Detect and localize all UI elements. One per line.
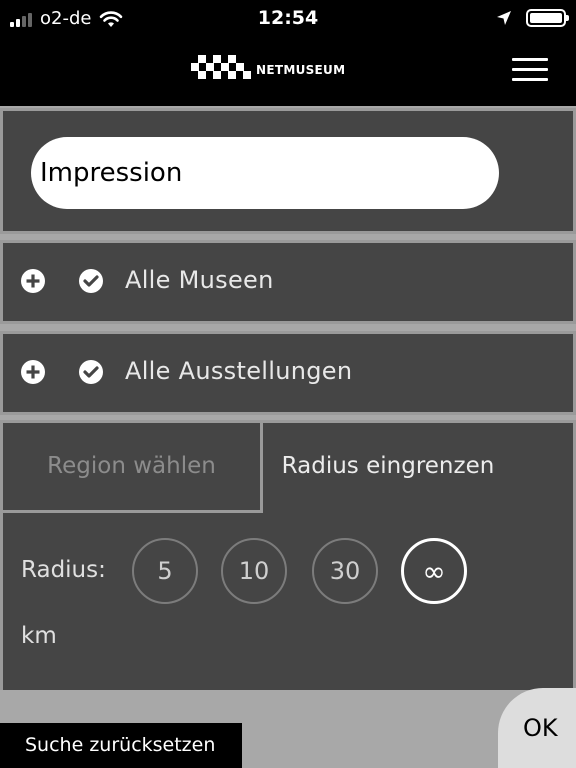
filter-row-exhibitions[interactable]: Alle Ausstellungen (0, 331, 576, 415)
filter-label-exhibitions: Alle Ausstellungen (125, 357, 353, 385)
radius-option-unlimited[interactable]: ∞ (401, 538, 467, 604)
status-bar: o2-de 12:54 (0, 0, 576, 38)
netmuseum-logo[interactable]: NETMUSEUM (191, 55, 345, 85)
location-arrow-icon (497, 11, 511, 25)
filter-row-museums[interactable]: Alle Museen (0, 240, 576, 324)
check-circle-icon[interactable] (77, 267, 105, 295)
app-screen: o2-de 12:54 NETMUSEUM Impression Alle Mu… (0, 0, 576, 768)
radius-option-5[interactable]: 5 (132, 538, 198, 604)
logo-text: NETMUSEUM (256, 63, 346, 77)
hamburger-menu-icon[interactable] (512, 58, 548, 84)
location-panel: Region wählen Radius eingrenzen Radius: … (0, 420, 576, 690)
check-circle-icon[interactable] (77, 358, 105, 386)
radius-option-30[interactable]: 30 (312, 538, 378, 604)
tab-radius[interactable]: Radius eingrenzen (263, 423, 513, 513)
plus-circle-icon[interactable] (19, 358, 47, 386)
checkered-flag-icon (191, 55, 251, 79)
status-time: 12:54 (257, 7, 319, 29)
radius-option-10[interactable]: 10 (221, 538, 287, 604)
filter-label-museums: Alle Museen (125, 266, 274, 294)
app-header: NETMUSEUM (0, 38, 576, 106)
plus-circle-icon[interactable] (19, 267, 47, 295)
battery-icon (526, 9, 569, 27)
search-input[interactable] (31, 137, 499, 209)
ok-button[interactable]: OK (498, 688, 576, 768)
reset-search-button[interactable]: Suche zurücksetzen (0, 723, 242, 768)
radius-label: Radius: (21, 557, 106, 583)
search-panel (0, 108, 576, 234)
tab-region[interactable]: Region wählen (3, 423, 263, 513)
status-right (496, 9, 569, 27)
radius-unit-label: km (21, 623, 57, 649)
battery-level (530, 13, 562, 23)
